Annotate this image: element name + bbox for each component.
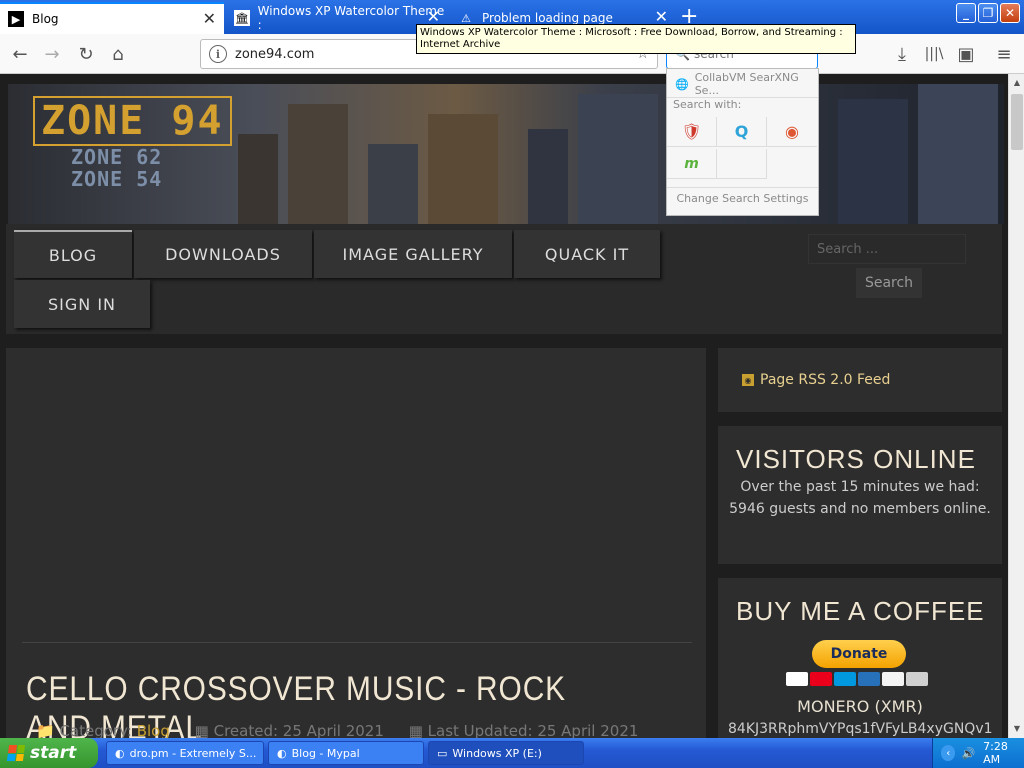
menu-image-gallery[interactable]: IMAGE GALLERY [314,230,512,278]
visitors-title: VISITORS ONLINE [736,444,976,474]
forward-icon[interactable]: → [40,42,64,66]
rss-box: ◉ Page RSS 2.0 Feed [718,348,1002,412]
minimize-icon[interactable]: _ [956,3,976,23]
menu-quack-it[interactable]: QUACK IT [514,230,660,278]
empty-engine-slot [717,149,767,179]
search-suggestion[interactable]: 🌐 CollabVM SearXNG Se... [667,71,818,97]
close-window-icon[interactable]: ✕ [1000,3,1020,23]
maximize-icon[interactable]: ❐ [978,3,998,23]
bank-icon [906,672,928,686]
site-search-input[interactable]: Search ... [808,234,966,264]
drive-icon: ▭ [437,746,448,760]
zone94-favicon-icon: ▶ [8,11,24,27]
download-icon[interactable]: ⤓ [890,42,914,66]
brave-search-icon[interactable]: 🛡 [667,117,717,147]
duckduckgo-search-icon[interactable]: ◉ [767,117,817,147]
header-banner: ZONE 94 ZONE 62 ZONE 54 [8,84,1004,224]
system-tray: ‹ 🔊 7:28 AM [932,738,1024,768]
start-button[interactable]: start [0,738,98,768]
website: ZONE 94 ZONE 62 ZONE 54 BLOG DOWNLOADS I… [0,74,1008,738]
task-blog-mypal[interactable]: ◐ Blog - Mypal [268,741,424,765]
windows-logo-icon [6,745,26,761]
task-dro-pm[interactable]: ◐ dro.pm - Extremely S... [106,741,264,765]
coffee-box: BUY ME A COFFEE Donate MONERO (XMR) 84KJ… [718,578,1002,738]
article-column: CELLO CROSSOVER MUSIC - ROCK AND METAL 📁… [6,348,706,738]
donate-button[interactable]: Donate [812,640,906,668]
site-navigation: BLOG DOWNLOADS IMAGE GALLERY QUACK IT SI… [6,224,1002,334]
volume-icon[interactable]: 🔊 [961,747,975,760]
search-dropdown: 🌐 CollabVM SearXNG Se... Search with: 🛡 … [666,68,819,216]
mojeek-search-icon[interactable]: m [667,149,717,179]
close-tab-icon[interactable]: ✕ [655,9,668,25]
scroll-down-icon[interactable]: ▼ [1009,720,1024,736]
tab-title: Problem loading page [482,11,613,25]
divider [22,642,692,643]
reload-icon[interactable]: ↻ [74,42,98,66]
close-tab-icon[interactable]: ✕ [427,9,440,25]
task-windows-xp-drive[interactable]: ▭ Windows XP (E:) [428,741,584,765]
url-text: zone94.com [235,46,315,62]
tab-blog[interactable]: ▶ Blog ✕ [0,2,224,34]
browser-icon: ◐ [115,746,125,760]
payment-cards [786,672,928,686]
menu-downloads[interactable]: DOWNLOADS [134,230,312,278]
site-search-button[interactable]: Search [856,268,922,298]
article-meta: 📁 Category: Blog ▦ Created: 25 April 202… [36,722,639,738]
qwant-search-icon[interactable]: Q [717,117,767,147]
info-icon[interactable]: i [209,45,227,63]
library-icon[interactable]: |||\ [922,42,946,66]
folder-icon: 📁 [36,722,60,738]
category-link[interactable]: Blog [137,722,170,738]
menu-sign-in[interactable]: SIGN IN [14,280,150,328]
screen: ▶ Blog ✕ 🏛 Windows XP Watercolor Theme :… [0,0,1024,768]
rss-link[interactable]: ◉ Page RSS 2.0 Feed [742,372,890,388]
tab-watercolor[interactable]: 🏛 Windows XP Watercolor Theme : ✕ [226,2,448,34]
taskbar: start ◐ dro.pm - Extremely S... ◐ Blog -… [0,738,1024,768]
monero-title: MONERO (XMR) [797,697,923,716]
menu-blog[interactable]: BLOG [14,230,132,278]
search-with-label: Search with: [667,97,818,111]
close-tab-icon[interactable]: ✕ [203,11,216,27]
scroll-thumb[interactable] [1011,94,1023,150]
menu-icon[interactable]: ≡ [992,42,1016,66]
amex-icon [858,672,880,686]
site-logo[interactable]: ZONE 94 ZONE 62 ZONE 54 [33,96,232,190]
globe-icon: 🌐 [675,77,689,91]
tab-tooltip: Windows XP Watercolor Theme : Microsoft … [416,24,856,54]
monero-address: 84KJ3RRphmVYPqs1fVFyLB4xyGNQv1 [728,721,993,737]
calendar-icon: ▦ [194,722,214,738]
page-scrollbar[interactable]: ▲ ▼ [1008,74,1024,738]
back-icon[interactable]: ← [8,42,32,66]
clock[interactable]: 7:28 AM [983,740,1024,766]
home-icon[interactable]: ⌂ [106,42,130,66]
discover-icon [882,672,904,686]
tray-expand-icon[interactable]: ‹ [941,745,956,761]
browser-icon: ◐ [277,746,287,760]
change-search-settings[interactable]: Change Search Settings [667,187,818,209]
visa-icon [786,672,808,686]
coffee-title: BUY ME A COFFEE [736,596,985,626]
visitors-text: Over the past 15 minutes we had: 5946 gu… [729,479,991,517]
visitors-box: VISITORS ONLINE Over the past 15 minutes… [718,426,1002,564]
sidebar-icon[interactable]: ▣ [954,42,978,66]
calendar-icon: ▦ [408,722,428,738]
rss-icon: ◉ [742,374,754,386]
archive-icon: 🏛 [234,10,250,26]
tab-title: Blog [32,12,59,26]
scroll-up-icon[interactable]: ▲ [1009,74,1024,90]
mastercard-icon [810,672,832,686]
maestro-icon [834,672,856,686]
